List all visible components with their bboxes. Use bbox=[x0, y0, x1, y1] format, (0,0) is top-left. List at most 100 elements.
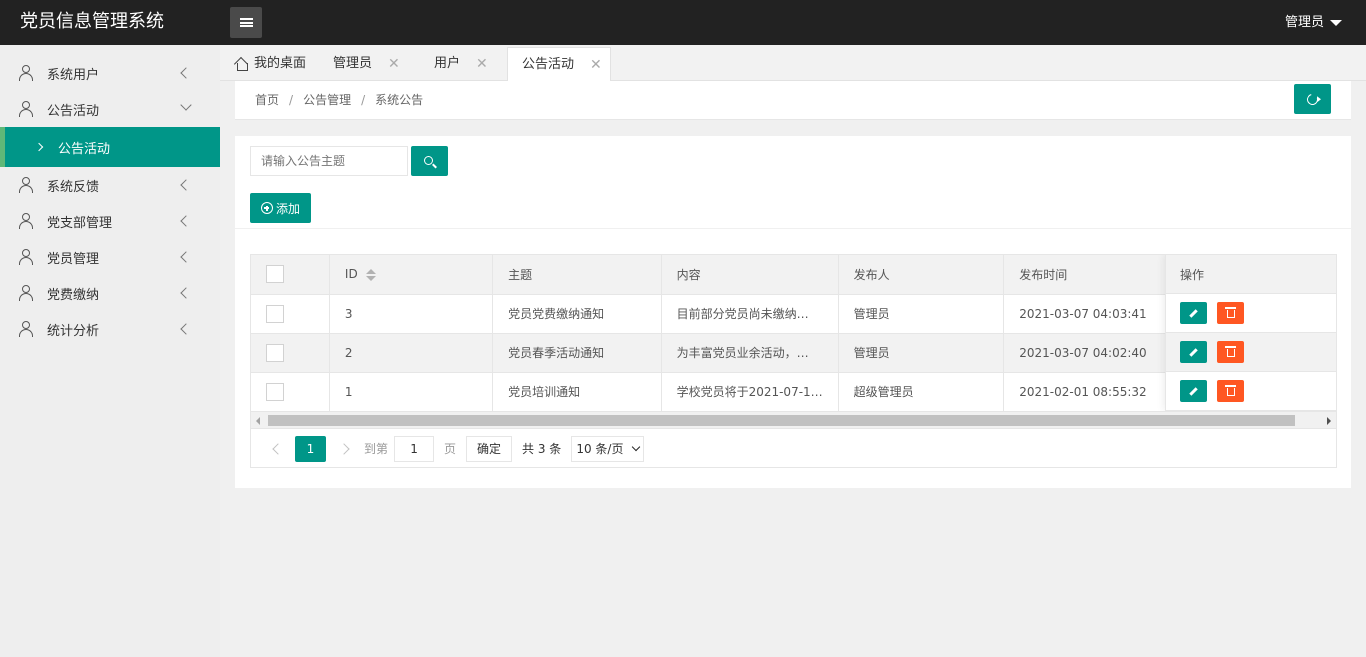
add-button[interactable]: 添加 bbox=[250, 193, 311, 223]
cell-id: 2 bbox=[329, 333, 494, 373]
sidebar-item-label: 系统反馈 bbox=[47, 179, 100, 195]
trash-icon bbox=[1224, 346, 1236, 357]
sidebar-subitem-announcements[interactable]: 公告活动 bbox=[0, 127, 220, 167]
horizontal-scrollbar[interactable] bbox=[251, 411, 1336, 428]
row-actions bbox=[1166, 294, 1336, 333]
cell-time: 2021-03-07 04:03:41 bbox=[1003, 294, 1176, 334]
chevron-down-icon bbox=[180, 99, 192, 111]
user-menu[interactable]: 管理员 bbox=[1285, 0, 1342, 45]
user-icon bbox=[18, 65, 34, 81]
app-title: 党员信息管理系统 bbox=[20, 11, 164, 32]
scrollbar-thumb[interactable] bbox=[268, 415, 1295, 426]
prev-page-icon[interactable] bbox=[271, 444, 281, 454]
scroll-right-icon[interactable] bbox=[1327, 417, 1331, 425]
breadcrumb-level1[interactable]: 公告管理 bbox=[303, 93, 351, 107]
sidebar-item-dues[interactable]: 党费缴纳 bbox=[0, 275, 220, 311]
sidebar-item-label: 党员管理 bbox=[47, 251, 100, 267]
sidebar-item-branch[interactable]: 党支部管理 bbox=[0, 203, 220, 239]
breadcrumb-bar: 首页 / 公告管理 / 系统公告 bbox=[235, 81, 1351, 120]
scroll-left-icon[interactable] bbox=[256, 417, 260, 425]
operations-column: 操作 bbox=[1165, 255, 1336, 411]
tab-desktop[interactable]: 我的桌面 bbox=[235, 47, 306, 81]
cell-time: 2021-03-07 04:02:40 bbox=[1003, 333, 1176, 373]
tab-label: 公告活动 bbox=[522, 56, 575, 72]
chevron-right-icon bbox=[34, 142, 44, 152]
delete-button[interactable] bbox=[1217, 380, 1244, 402]
next-page-icon[interactable] bbox=[340, 444, 350, 454]
confirm-button[interactable]: 确定 bbox=[466, 435, 513, 462]
divider bbox=[235, 228, 1351, 229]
menu-toggle-button[interactable] bbox=[230, 7, 262, 38]
breadcrumb-home[interactable]: 首页 bbox=[255, 93, 279, 107]
column-header-ops: 操作 bbox=[1166, 255, 1336, 294]
add-circle-icon bbox=[260, 202, 273, 214]
goto-label: 到第 bbox=[364, 442, 389, 456]
sidebar-item-feedback[interactable]: 系统反馈 bbox=[0, 167, 220, 203]
cell-time: 2021-02-01 08:55:32 bbox=[1003, 372, 1176, 412]
sidebar-item-label: 统计分析 bbox=[47, 323, 100, 339]
user-icon bbox=[18, 285, 34, 301]
close-icon[interactable]: ✕ bbox=[590, 48, 602, 82]
cell-title: 党员党费缴纳通知 bbox=[492, 294, 662, 334]
tab-announcements[interactable]: 公告活动 ✕ bbox=[507, 47, 611, 82]
close-icon[interactable]: ✕ bbox=[388, 47, 400, 81]
chevron-left-icon bbox=[180, 251, 192, 263]
search-button[interactable] bbox=[411, 146, 448, 176]
column-header-content: 内容 bbox=[661, 255, 839, 295]
chevron-left-icon bbox=[180, 179, 192, 191]
user-icon bbox=[18, 249, 34, 265]
delete-button[interactable] bbox=[1217, 302, 1244, 324]
row-checkbox[interactable] bbox=[266, 382, 284, 401]
hamburger-icon bbox=[239, 18, 253, 27]
select-all-checkbox[interactable] bbox=[266, 265, 284, 284]
sidebar-item-announcements[interactable]: 公告活动 bbox=[0, 91, 220, 127]
cell-content: 学校党员将于2021-07-1… bbox=[661, 372, 839, 412]
trash-icon bbox=[1224, 385, 1236, 396]
cell-content: 为丰富党员业余活动，… bbox=[661, 333, 839, 373]
page-size-select[interactable]: 10 条/页 bbox=[571, 435, 645, 462]
tab-label: 我的桌面 bbox=[254, 56, 307, 71]
page-number-input[interactable] bbox=[394, 435, 435, 462]
sidebar-item-label: 公告活动 bbox=[47, 103, 100, 119]
cell-publisher: 超级管理员 bbox=[838, 372, 1005, 412]
pagination: 1 到第 页 确定 共 3 条 10 条/页 bbox=[251, 428, 1336, 467]
cell-title: 党员培训通知 bbox=[492, 372, 662, 412]
row-checkbox[interactable] bbox=[266, 343, 284, 362]
chevron-left-icon bbox=[180, 215, 192, 227]
edit-button[interactable] bbox=[1180, 302, 1207, 324]
delete-button[interactable] bbox=[1217, 341, 1244, 363]
search-input[interactable] bbox=[250, 146, 408, 176]
tab-admin[interactable]: 管理员 ✕ bbox=[333, 47, 400, 81]
refresh-button[interactable] bbox=[1294, 84, 1331, 114]
sidebar-item-label: 党支部管理 bbox=[47, 215, 113, 231]
current-page[interactable]: 1 bbox=[295, 435, 326, 462]
search-icon bbox=[424, 155, 433, 165]
trash-icon bbox=[1224, 307, 1236, 318]
tab-label: 管理员 bbox=[333, 56, 373, 71]
breadcrumb-level2: 系统公告 bbox=[375, 93, 424, 107]
close-icon[interactable]: ✕ bbox=[476, 47, 488, 81]
pencil-icon bbox=[1189, 347, 1198, 357]
row-actions bbox=[1166, 333, 1336, 372]
chevron-left-icon bbox=[180, 67, 192, 79]
sidebar-item-label: 党费缴纳 bbox=[47, 287, 100, 303]
sidebar-item-system-users[interactable]: 系统用户 bbox=[0, 55, 220, 91]
pencil-icon bbox=[1189, 308, 1198, 318]
column-header-id[interactable]: ID bbox=[329, 255, 494, 295]
home-icon bbox=[235, 58, 248, 71]
edit-button[interactable] bbox=[1180, 341, 1207, 363]
pencil-icon bbox=[1189, 386, 1198, 396]
cell-id: 1 bbox=[329, 372, 494, 412]
cell-publisher: 管理员 bbox=[838, 333, 1005, 373]
sidebar-item-label: 系统用户 bbox=[47, 67, 100, 83]
sidebar: 系统用户 公告活动 公告活动 系统反馈 党支部管理 党员管理 党费缴纳 统计分析 bbox=[0, 45, 220, 657]
column-header-time: 发布时间 bbox=[1003, 255, 1176, 295]
top-header: 党员信息管理系统 管理员 bbox=[0, 0, 1366, 45]
edit-button[interactable] bbox=[1180, 380, 1207, 402]
sidebar-item-members[interactable]: 党员管理 bbox=[0, 239, 220, 275]
sort-icon[interactable] bbox=[365, 268, 376, 281]
add-button-label: 添加 bbox=[275, 201, 300, 216]
sidebar-item-statistics[interactable]: 统计分析 bbox=[0, 311, 220, 347]
row-checkbox[interactable] bbox=[266, 304, 284, 323]
tab-users[interactable]: 用户 ✕ bbox=[434, 47, 488, 81]
